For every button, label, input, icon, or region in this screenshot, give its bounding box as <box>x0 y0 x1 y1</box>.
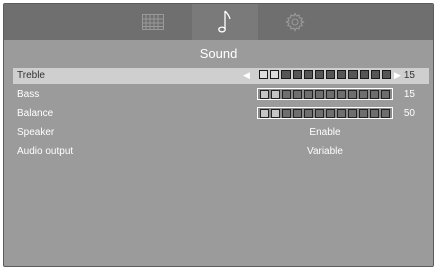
tab-setup[interactable] <box>282 4 308 40</box>
menu-row-speaker[interactable]: Speaker Enable <box>13 125 429 141</box>
slider-segment <box>348 70 358 79</box>
arrow-left-icon[interactable]: ◀ <box>243 70 250 81</box>
bass-slider[interactable] <box>257 88 393 100</box>
slider-segment <box>293 90 302 99</box>
slider-segment <box>282 90 291 99</box>
music-note-icon <box>218 10 231 33</box>
slider-segment <box>370 90 379 99</box>
menu-title: Sound <box>199 46 238 61</box>
slider-segment <box>370 70 380 79</box>
balance-slider[interactable] <box>257 107 393 119</box>
row-value: 15 <box>403 70 415 81</box>
slider-segment <box>348 90 357 99</box>
arrow-right-icon[interactable]: ▶ <box>394 70 401 81</box>
slider-segment <box>381 90 390 99</box>
slider-segment <box>271 90 280 99</box>
slider-segment <box>304 109 313 118</box>
slider-segment <box>337 90 346 99</box>
slider-segment <box>370 109 379 118</box>
slider-segment <box>259 70 269 79</box>
gear-icon <box>285 12 305 32</box>
treble-slider[interactable] <box>257 69 393 81</box>
slider-segment <box>359 90 368 99</box>
row-label: Audio output <box>17 146 74 157</box>
slider-segment <box>304 90 313 99</box>
slider-segment <box>282 109 291 118</box>
slider-segment <box>337 70 347 79</box>
tab-picture[interactable] <box>140 4 166 40</box>
slider-segment <box>381 70 392 79</box>
menu-row-balance[interactable]: Balance 50 <box>13 106 429 122</box>
row-label: Bass <box>17 89 40 100</box>
menu-row-audio-output[interactable]: Audio output Variable <box>13 144 429 160</box>
row-label: Speaker <box>17 127 55 138</box>
slider-segment <box>359 109 368 118</box>
row-value: 15 <box>403 89 415 100</box>
slider-segment <box>270 70 280 79</box>
row-label: Balance <box>17 108 54 119</box>
menu-row-bass[interactable]: Bass 15 <box>13 87 429 103</box>
row-value: 50 <box>403 108 415 119</box>
slider-segment <box>315 109 324 118</box>
menu-row-treble[interactable]: Treble ◀ ▶ 15 <box>13 68 429 84</box>
slider-segment <box>303 70 313 79</box>
slider-segment <box>337 109 346 118</box>
slider-segment <box>260 90 269 99</box>
row-label: Treble <box>17 70 45 81</box>
slider-segment <box>260 109 269 118</box>
slider-segment <box>271 109 280 118</box>
slider-segment <box>348 109 357 118</box>
slider-segment <box>381 109 390 118</box>
row-value: Variable <box>307 146 343 157</box>
row-value: Enable <box>309 127 341 138</box>
category-tab-bar <box>4 4 433 40</box>
slider-segment <box>359 70 369 79</box>
slider-segment <box>326 90 335 99</box>
slider-segment <box>293 109 302 118</box>
slider-segment <box>281 70 291 79</box>
slider-segment <box>315 90 324 99</box>
slider-segment <box>292 70 302 79</box>
slider-segment <box>326 70 336 79</box>
slider-segment <box>314 70 325 79</box>
sound-menu-screen: Sound Treble ◀ ▶ 15 Bass 15 Balance 50 S… <box>3 3 434 267</box>
picture-grid-icon <box>142 14 164 30</box>
slider-segment <box>326 109 335 118</box>
tab-sound[interactable] <box>212 4 238 40</box>
